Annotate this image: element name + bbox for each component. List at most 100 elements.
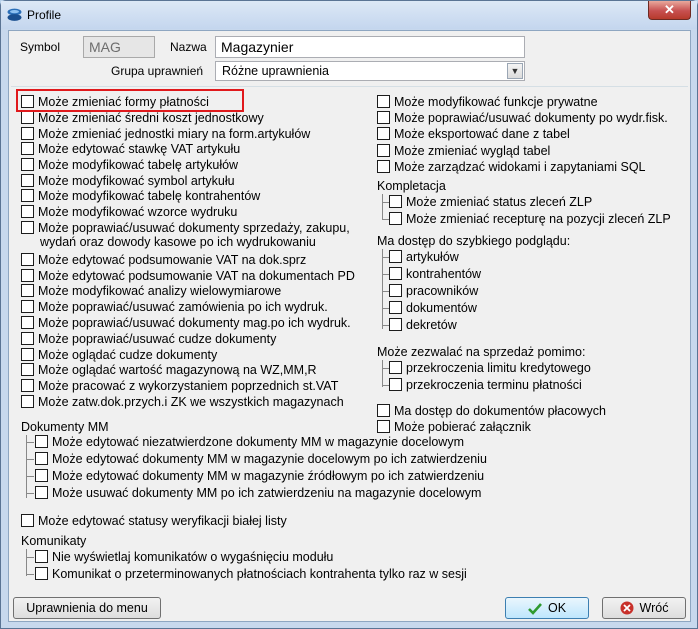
checkbox-box[interactable] — [35, 435, 48, 448]
checkbox-komunikat-1[interactable]: Komunikat o przeterminowanych płatnościa… — [35, 567, 467, 583]
checkbox-box[interactable] — [389, 267, 402, 280]
checkbox-left-13[interactable]: Może poprawiać/usuwać dokumenty mag.po i… — [21, 316, 351, 332]
checkbox-box[interactable] — [377, 420, 390, 433]
checkbox-mm-1[interactable]: Może edytować dokumenty MM w magazynie d… — [35, 452, 487, 468]
checkbox-box[interactable] — [21, 142, 34, 155]
checkbox-podglad-4[interactable]: dekretów — [389, 318, 457, 334]
checkbox-sprzedaz-0[interactable]: przekroczenia limitu kredytowego — [389, 361, 591, 377]
checkbox-box[interactable] — [21, 348, 34, 361]
symbol-label: Symbol — [20, 40, 61, 54]
tree-branch — [27, 493, 34, 494]
checkbox-box[interactable] — [377, 127, 390, 141]
checkbox-box[interactable] — [389, 361, 402, 374]
checkbox-left-6[interactable]: Może modyfikować tabelę kontrahentów — [21, 189, 260, 205]
app-icon — [7, 8, 22, 21]
checkbox-kompletacja-0[interactable]: Może zmieniać status zleceń ZLP — [389, 195, 592, 211]
checkbox-left-12[interactable]: Może poprawiać/usuwać zamówienia po ich … — [21, 300, 328, 316]
checkbox-left-4[interactable]: Może modyfikować tabelę artykułów — [21, 158, 238, 174]
checkbox-box[interactable] — [21, 158, 34, 171]
checkbox-podglad-2[interactable]: pracowników — [389, 284, 478, 300]
checkbox-box[interactable] — [21, 395, 34, 408]
checkbox-box[interactable] — [389, 284, 402, 297]
title-bar[interactable]: Profile ✕ — [1, 1, 697, 29]
checkbox-podglad-1[interactable]: kontrahentów — [389, 267, 481, 283]
menu-permissions-button[interactable]: Uprawnienia do menu — [13, 597, 161, 619]
checkbox-box[interactable] — [21, 205, 34, 218]
checkbox-podglad-0[interactable]: artykułów — [389, 250, 459, 266]
checkbox-left-10[interactable]: Może edytować podsumowanie VAT na dokume… — [21, 269, 355, 285]
checkbox-mm-2[interactable]: Może edytować dokumenty MM w magazynie ź… — [35, 469, 484, 485]
checkbox-box[interactable] — [35, 550, 48, 563]
checkbox-box[interactable] — [21, 127, 34, 140]
checkbox-right-0[interactable]: Może modyfikować funkcje prywatne — [377, 95, 598, 111]
checkbox-mm-3[interactable]: Może usuwać dokumenty MM po ich zatwierd… — [35, 486, 481, 502]
checkbox-box[interactable] — [21, 189, 34, 202]
checkbox-left-14[interactable]: Może poprawiać/usuwać cudze dokumenty — [21, 332, 276, 348]
checkbox-box[interactable] — [35, 469, 48, 482]
checkbox-box[interactable] — [377, 143, 390, 157]
close-button[interactable]: ✕ — [648, 1, 691, 20]
checkbox-box[interactable] — [21, 111, 34, 124]
checkbox-box[interactable] — [35, 452, 48, 465]
left-continuation-text: wydań oraz dowody kasowe po ich wydrukow… — [40, 235, 316, 249]
tree-branch — [27, 459, 34, 460]
kompletacja-title: Kompletacja — [377, 179, 446, 193]
checkbox-kompletacja-1[interactable]: Może zmieniać recepturę na pozycji zlece… — [389, 212, 671, 228]
checkbox-left-7[interactable]: Może modyfikować wzorce wydruku — [21, 205, 237, 221]
checkbox-box[interactable] — [21, 363, 34, 376]
checkbox-left-5[interactable]: Może modyfikować symbol artykułu — [21, 174, 235, 190]
group-label: Grupa uprawnień — [111, 64, 204, 78]
checkbox-right-bottom-0[interactable]: Ma dostęp do dokumentów płacowych — [377, 404, 606, 420]
checkbox-box[interactable] — [377, 95, 390, 108]
checkbox-left-18[interactable]: Może zatw.dok.przych.i ZK we wszystkich … — [21, 395, 344, 411]
checkbox-left-1[interactable]: Może zmieniać średni koszt jednostkowy — [21, 111, 264, 127]
checkbox-sprzedaz-1[interactable]: przekroczenia terminu płatności — [389, 378, 582, 394]
checkbox-box[interactable] — [21, 253, 34, 266]
checkbox-box[interactable] — [377, 159, 390, 173]
checkbox-right-1[interactable]: Może poprawiać/usuwać dokumenty po wydr.… — [377, 111, 668, 127]
checkbox-box[interactable] — [389, 195, 402, 208]
checkbox-box[interactable] — [389, 318, 402, 331]
chevron-down-icon[interactable]: ▼ — [507, 63, 523, 79]
checkbox-komunikat-0[interactable]: Nie wyświetlaj komunikatów o wygaśnięciu… — [35, 550, 333, 566]
checkbox-box[interactable] — [21, 514, 34, 527]
checkbox-box[interactable] — [389, 301, 402, 314]
checkbox-box[interactable] — [21, 269, 34, 282]
checkbox-left-17[interactable]: Może pracować z wykorzystaniem poprzedni… — [21, 379, 338, 395]
checkbox-box[interactable] — [21, 221, 34, 234]
checkbox-left-16[interactable]: Może oglądać wartość magazynową na WZ,MM… — [21, 363, 317, 379]
checkbox-box[interactable] — [21, 316, 34, 329]
checkbox-left-15[interactable]: Może oglądać cudze dokumenty — [21, 348, 217, 364]
checkbox-box[interactable] — [21, 379, 34, 392]
checkbox-right-2[interactable]: Może eksportować dane z tabel — [377, 127, 570, 143]
checkbox-left-11[interactable]: Może modyfikować analizy wielowymiarowe — [21, 284, 281, 300]
checkbox-mm-0[interactable]: Może edytować niezatwierdzone dokumenty … — [35, 435, 464, 451]
checkbox-right-3[interactable]: Może zmieniać wygląd tabel — [377, 143, 550, 160]
checkbox-podglad-3[interactable]: dokumentów — [389, 301, 477, 317]
checkbox-box[interactable] — [21, 174, 34, 187]
checkbox-left-9[interactable]: Może edytować podsumowanie VAT na dok.sp… — [21, 253, 306, 269]
checkbox-box[interactable] — [389, 378, 402, 391]
checkbox-box[interactable] — [21, 332, 34, 345]
cancel-button[interactable]: Wróć — [602, 597, 686, 619]
ok-button[interactable]: OK — [505, 597, 589, 619]
checkbox-box[interactable] — [377, 111, 390, 125]
symbol-field[interactable]: MAG — [83, 36, 155, 58]
checkbox-right-4[interactable]: Może zarządzać widokami i zapytaniami SQ… — [377, 159, 646, 176]
name-label: Nazwa — [170, 40, 207, 54]
checkbox-box[interactable] — [389, 212, 402, 225]
checkbox-box[interactable] — [389, 250, 402, 263]
checkbox-box[interactable] — [21, 284, 34, 297]
checkbox-box[interactable] — [35, 486, 48, 499]
checkbox-box[interactable] — [21, 300, 34, 313]
name-field[interactable]: Magazynier — [215, 36, 525, 58]
checkbox-box[interactable] — [377, 404, 390, 417]
checkbox-left-3[interactable]: Może edytować stawkę VAT artykułu — [21, 142, 240, 158]
checkbox-white-list[interactable]: Może edytować statusy weryfikacji białej… — [21, 514, 287, 530]
checkbox-box[interactable] — [35, 567, 48, 580]
client-area: Symbol MAG Nazwa Magazynier Grupa uprawn… — [8, 30, 691, 622]
checkbox-right-bottom-1[interactable]: Może pobierać załącznik — [377, 420, 531, 436]
group-select[interactable]: Różne uprawnienia ▼ — [215, 61, 525, 81]
checkbox-left-2[interactable]: Może zmieniać jednostki miary na form.ar… — [21, 127, 310, 143]
tree-branch — [27, 442, 34, 443]
